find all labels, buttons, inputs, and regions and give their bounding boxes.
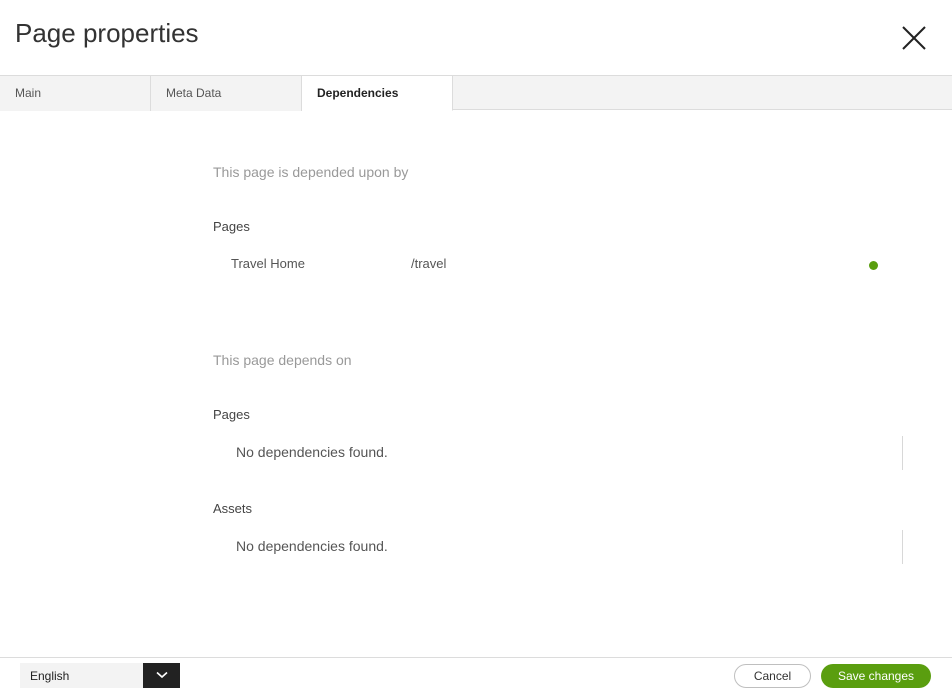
save-changes-button[interactable]: Save changes — [821, 664, 931, 688]
depended-upon-pages-label: Pages — [213, 219, 250, 234]
depends-on-pages-list: No dependencies found. — [213, 436, 903, 470]
chevron-down-icon — [155, 671, 168, 679]
depends-on-assets-list: No dependencies found. — [213, 530, 903, 564]
dependency-row[interactable]: Travel Home /travel — [213, 248, 903, 282]
depends-on-pages-label: Pages — [213, 407, 250, 422]
dialog-title: Page properties — [15, 18, 199, 48]
tab-dependencies[interactable]: Dependencies — [302, 75, 453, 111]
dependency-path: /travel — [411, 256, 447, 271]
close-button[interactable] — [898, 22, 930, 54]
depends-on-assets-label: Assets — [213, 501, 253, 516]
depended-upon-by-heading: This page is depended upon by — [213, 164, 409, 180]
language-select[interactable]: English — [20, 663, 180, 688]
empty-message: No dependencies found. — [236, 444, 388, 460]
dependency-name[interactable]: Travel Home — [231, 256, 305, 271]
cancel-button[interactable]: Cancel — [734, 664, 811, 688]
language-dropdown-toggle[interactable] — [143, 663, 180, 688]
tab-main[interactable]: Main — [0, 75, 151, 111]
tab-meta-data[interactable]: Meta Data — [151, 75, 302, 111]
language-value: English — [30, 669, 70, 683]
tab-bar: Main Meta Data Dependencies — [0, 75, 952, 111]
dialog-footer: English Cancel Save changes — [0, 657, 952, 693]
depends-on-heading: This page depends on — [213, 352, 352, 368]
close-icon — [902, 26, 926, 50]
empty-message: No dependencies found. — [236, 538, 388, 554]
status-dot-icon — [869, 261, 878, 270]
page-properties-dialog: Page properties Main Meta Data Dependenc… — [0, 0, 952, 693]
